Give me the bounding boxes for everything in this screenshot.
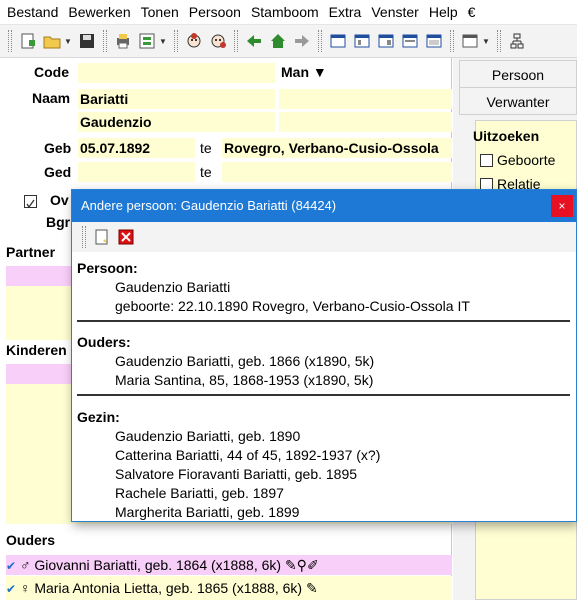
open-folder-icon[interactable] bbox=[42, 31, 62, 51]
tab-verwanten[interactable]: Verwanter bbox=[459, 87, 577, 115]
menu-bar: Bestand Bewerken Tonen Persoon Stamboom … bbox=[0, 0, 577, 25]
tab-persoon[interactable]: Persoon bbox=[459, 60, 577, 88]
toolbar-grip[interactable] bbox=[82, 226, 86, 248]
toolbar-grip[interactable] bbox=[174, 30, 178, 52]
toolbar-grip[interactable] bbox=[318, 30, 322, 52]
window-dropdown-icon[interactable]: ▼ bbox=[482, 37, 490, 46]
menu-persoon[interactable]: Persoon bbox=[184, 0, 246, 25]
te-label: te bbox=[200, 164, 212, 180]
new-file-icon[interactable] bbox=[18, 31, 38, 51]
male-icon: ♂ bbox=[19, 557, 31, 573]
pin-icon[interactable]: ⚲ bbox=[297, 557, 307, 573]
menu-extra[interactable]: Extra bbox=[324, 0, 367, 25]
arrow-left-icon[interactable] bbox=[244, 31, 264, 51]
code-label: Code bbox=[34, 64, 69, 80]
network-icon[interactable] bbox=[507, 31, 527, 51]
menu-overflow[interactable]: € bbox=[463, 0, 481, 25]
parent-2[interactable]: ✔ ♀ Maria Antonia Lietta, geb. 1865 (x18… bbox=[6, 578, 318, 598]
window-icon[interactable] bbox=[460, 31, 480, 51]
view5-icon[interactable] bbox=[424, 31, 444, 51]
code-field[interactable] bbox=[78, 63, 275, 83]
surname-extra-field[interactable] bbox=[279, 89, 452, 109]
geboorte-checkbox[interactable] bbox=[480, 154, 493, 167]
attach-icon[interactable]: ✐ bbox=[307, 557, 319, 573]
overleden-checkbox[interactable] bbox=[24, 195, 37, 209]
ged-label: Ged bbox=[44, 164, 72, 180]
tree-dropdown-icon[interactable]: ▼ bbox=[159, 37, 167, 46]
geboorte-label: Geboorte bbox=[497, 152, 556, 168]
parent-1-text: Giovanni Bariatti, geb. 1864 (x1888, 6k) bbox=[34, 557, 282, 573]
gezin-heading: Gezin: bbox=[77, 409, 120, 425]
dialog-body: Persoon: Gaudenzio Bariatti geboorte: 22… bbox=[72, 252, 576, 521]
other-person-dialog: Andere persoon: Gaudenzio Bariatti (8442… bbox=[71, 189, 577, 522]
ouders-label: Ouders bbox=[6, 532, 56, 548]
gezin-line: Salvatore Fioravanti Bariatti, geb. 1895 bbox=[115, 466, 358, 482]
menu-bestand[interactable]: Bestand bbox=[2, 0, 63, 25]
check-icon: ✔ bbox=[6, 582, 17, 596]
gezin-line: Margherita Bariatti, geb. 1899 bbox=[115, 504, 300, 520]
tree-icon[interactable] bbox=[137, 31, 157, 51]
surname-field[interactable]: Bariatti bbox=[78, 89, 275, 109]
menu-tonen[interactable]: Tonen bbox=[136, 0, 184, 25]
separator bbox=[77, 394, 570, 396]
gezin-line: Rachele Bariatti, geb. 1897 bbox=[115, 485, 284, 501]
kinderen-label: Kinderen bbox=[6, 342, 67, 358]
dialog-title: Andere persoon: Gaudenzio Bariatti (8442… bbox=[72, 190, 576, 222]
toolbar-grip[interactable] bbox=[450, 30, 454, 52]
close-button[interactable]: × bbox=[551, 195, 573, 217]
gezin-line: Gaudenzio Bariatti, geb. 1890 bbox=[115, 428, 301, 444]
gender-select[interactable]: Man ▼ bbox=[281, 64, 327, 80]
toolbar-grip[interactable] bbox=[103, 30, 107, 52]
ov-label: Ov bbox=[50, 192, 69, 208]
baptism-date-field[interactable] bbox=[78, 162, 195, 182]
edit-icon[interactable]: ✎ bbox=[285, 557, 297, 573]
parent-2-text: Maria Antonia Lietta, geb. 1865 (x1888, … bbox=[34, 580, 303, 596]
open-dropdown-icon[interactable]: ▼ bbox=[64, 37, 72, 46]
firstname-extra-field[interactable] bbox=[279, 112, 452, 132]
parent-1[interactable]: ✔ ♂ Giovanni Bariatti, geb. 1864 (x1888,… bbox=[6, 555, 319, 575]
print-icon[interactable] bbox=[113, 31, 133, 51]
te-label: te bbox=[200, 140, 212, 156]
home-icon[interactable] bbox=[268, 31, 288, 51]
persoon-line: geboorte: 22.10.1890 Rovegro, Verbano-Cu… bbox=[115, 298, 470, 314]
baptism-place-field[interactable] bbox=[222, 162, 452, 182]
toolbar: ▼ ▼ ▼ bbox=[0, 25, 577, 58]
firstname-field[interactable]: Gaudenzio bbox=[78, 112, 275, 132]
view3-icon[interactable] bbox=[376, 31, 396, 51]
bgr-label: Bgr bbox=[46, 214, 71, 230]
menu-bewerken[interactable]: Bewerken bbox=[63, 0, 135, 25]
delete-icon[interactable] bbox=[116, 227, 136, 247]
toolbar-grip[interactable] bbox=[8, 30, 12, 52]
geb-label: Geb bbox=[44, 140, 72, 156]
partner-label: Partner bbox=[6, 244, 56, 260]
view2-icon[interactable] bbox=[352, 31, 372, 51]
view1-icon[interactable] bbox=[328, 31, 348, 51]
menu-venster[interactable]: Venster bbox=[366, 0, 423, 25]
persoon-line: Gaudenzio Bariatti bbox=[115, 279, 231, 295]
ouders-heading: Ouders: bbox=[77, 334, 131, 350]
ouders-line: Gaudenzio Bariatti, geb. 1866 (x1890, 5k… bbox=[115, 353, 375, 369]
save-icon[interactable] bbox=[77, 31, 97, 51]
birth-place-field[interactable]: Rovegro, Verbano-Cusio-Ossola bbox=[222, 138, 452, 158]
naam-label: Naam bbox=[32, 90, 71, 106]
uitzoeken-label: Uitzoeken bbox=[473, 128, 540, 144]
menu-help[interactable]: Help bbox=[424, 0, 463, 25]
female-icon: ♀ bbox=[19, 580, 31, 596]
ouders-line: Maria Santina, 85, 1868-1953 (x1890, 5k) bbox=[115, 372, 374, 388]
person-female-icon[interactable] bbox=[208, 31, 228, 51]
persoon-heading: Persoon: bbox=[77, 260, 138, 276]
arrow-right-icon[interactable] bbox=[292, 31, 312, 51]
menu-stamboom[interactable]: Stamboom bbox=[246, 0, 324, 25]
new-page-icon[interactable] bbox=[92, 227, 112, 247]
gezin-line: Catterina Bariatti, 44 of 45, 1892-1937 … bbox=[115, 447, 381, 463]
toolbar-grip[interactable] bbox=[497, 30, 501, 52]
person-male-icon[interactable] bbox=[184, 31, 204, 51]
view4-icon[interactable] bbox=[400, 31, 420, 51]
check-icon: ✔ bbox=[6, 559, 17, 573]
dialog-toolbar bbox=[72, 222, 576, 252]
birth-date-field[interactable]: 05.07.1892 bbox=[78, 138, 195, 158]
toolbar-grip[interactable] bbox=[234, 30, 238, 52]
edit-icon[interactable]: ✎ bbox=[306, 580, 318, 596]
separator bbox=[77, 320, 570, 322]
